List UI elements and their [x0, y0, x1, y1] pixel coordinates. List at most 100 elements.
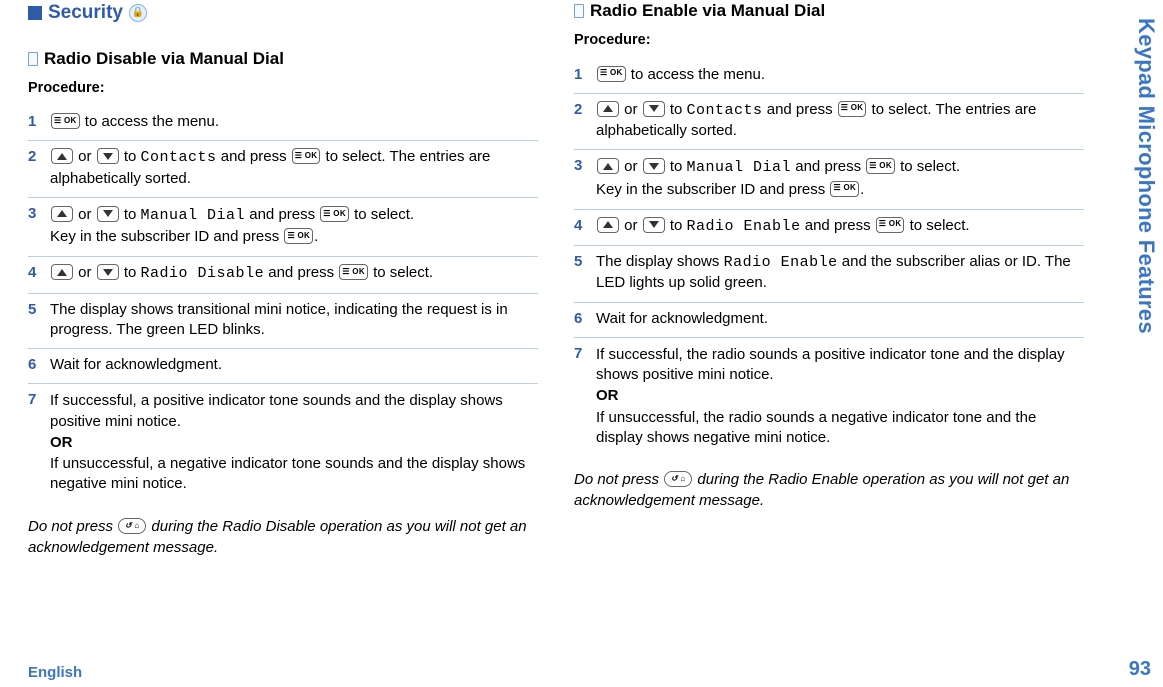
or-label: OR [596, 386, 1084, 406]
step-text: to [120, 148, 141, 165]
menu-item: Manual Dial [141, 207, 246, 224]
step-text: to [120, 206, 141, 223]
step-text: to access the menu. [81, 113, 219, 130]
step-text: to access the menu. [627, 66, 765, 83]
step-1: 1 ☰ OK to access the menu. [574, 59, 1084, 94]
menu-item: Contacts [687, 102, 763, 119]
step-text: If successful, a positive indicator tone… [50, 391, 538, 432]
step-text: to [666, 101, 687, 118]
step-text: . [314, 228, 318, 245]
step-number: 4 [28, 263, 40, 284]
step-number: 2 [574, 100, 586, 142]
step-text: Key in the subscriber ID and press [50, 228, 283, 245]
step-6: 6 Wait for acknowledgment. [28, 349, 538, 384]
step-text: to select. [350, 206, 414, 223]
step-text: or [74, 206, 96, 223]
menu-item: Manual Dial [687, 159, 792, 176]
step-5: 5 The display shows Radio Enable and the… [574, 246, 1084, 303]
step-3: 3 or to Manual Dial and press ☰ OK to se… [574, 150, 1084, 210]
step-text: or [620, 158, 642, 175]
step-body: or to Contacts and press ☰ OK to select.… [596, 100, 1084, 142]
step-number: 3 [28, 204, 40, 249]
step-body: or to Contacts and press ☰ OK to select.… [50, 147, 538, 189]
ok-key-icon: ☰ OK [284, 228, 313, 244]
menu-item: Radio Disable [141, 265, 265, 282]
step-body: The display shows transitional mini noti… [50, 300, 538, 341]
step-text: and press [801, 217, 875, 234]
footnote-text: Do not press [574, 471, 663, 488]
step-2: 2 or to Contacts and press ☰ OK to selec… [28, 141, 538, 198]
section-header: Security 🔒 [28, 0, 538, 26]
step-number: 2 [28, 147, 40, 189]
right-column: Radio Enable via Manual Dial Procedure: … [574, 0, 1084, 640]
up-key-icon [51, 264, 73, 280]
step-body: or to Radio Disable and press ☰ OK to se… [50, 263, 538, 284]
ok-key-icon: ☰ OK [597, 66, 626, 82]
document-icon [574, 4, 584, 18]
step-body: If successful, the radio sounds a positi… [596, 344, 1084, 449]
footnote: Do not press ↺ ⌂ during the Radio Enable… [574, 469, 1084, 511]
back-key-icon: ↺ ⌂ [664, 471, 692, 487]
language-label: English [28, 664, 82, 681]
step-number: 4 [574, 216, 586, 237]
down-key-icon [97, 148, 119, 164]
subsection-title: Radio Disable via Manual Dial [44, 48, 284, 71]
or-label: OR [50, 433, 538, 453]
menu-item: Radio Enable [724, 254, 838, 271]
subsection-header: Radio Disable via Manual Dial [28, 48, 538, 71]
footnote-text: Do not press [28, 518, 117, 535]
step-2: 2 or to Contacts and press ☰ OK to selec… [574, 94, 1084, 151]
step-3: 3 or to Manual Dial and press ☰ OK to se… [28, 198, 538, 258]
step-4: 4 or to Radio Disable and press ☰ OK to … [28, 257, 538, 293]
up-key-icon [597, 158, 619, 174]
footnote: Do not press ↺ ⌂ during the Radio Disabl… [28, 516, 538, 558]
step-number: 6 [28, 355, 40, 375]
step-text: and press [791, 158, 865, 175]
step-text: and press [245, 206, 319, 223]
step-5: 5 The display shows transitional mini no… [28, 294, 538, 350]
step-body: Wait for acknowledgment. [596, 309, 1084, 329]
up-key-icon [51, 206, 73, 222]
step-number: 1 [574, 65, 586, 85]
step-text: Wait for acknowledgment. [50, 356, 222, 373]
down-key-icon [643, 217, 665, 233]
ok-key-icon: ☰ OK [339, 264, 368, 280]
step-7: 7 If successful, the radio sounds a posi… [574, 338, 1084, 457]
down-key-icon [97, 206, 119, 222]
procedure-label: Procedure: [28, 79, 538, 99]
step-text: or [74, 264, 96, 281]
step-number: 7 [574, 344, 586, 449]
side-tab-label: Keypad Microphone Features [1133, 18, 1159, 334]
lock-icon: 🔒 [129, 4, 147, 22]
section-title: Security [48, 0, 123, 26]
step-text: to select. [369, 264, 433, 281]
step-7: 7 If successful, a positive indicator to… [28, 384, 538, 503]
step-text: or [620, 101, 642, 118]
step-1: 1 ☰ OK to access the menu. [28, 106, 538, 141]
step-number: 5 [28, 300, 40, 341]
step-text: . [860, 181, 864, 198]
left-column: Security 🔒 Radio Disable via Manual Dial… [28, 0, 538, 640]
step-body: The display shows Radio Enable and the s… [596, 252, 1084, 294]
up-key-icon [51, 148, 73, 164]
subsection-title: Radio Enable via Manual Dial [590, 0, 825, 23]
step-text: The display shows [596, 253, 724, 270]
subsection-header: Radio Enable via Manual Dial [574, 0, 1084, 23]
step-body: ☰ OK to access the menu. [50, 112, 538, 132]
page: Security 🔒 Radio Disable via Manual Dial… [0, 0, 1100, 640]
step-text: and press [264, 264, 338, 281]
step-text: If successful, the radio sounds a positi… [596, 345, 1084, 386]
ok-key-icon: ☰ OK [830, 181, 859, 197]
step-text: to select. [905, 217, 969, 234]
step-text: and press [217, 148, 291, 165]
step-body: or to Manual Dial and press ☰ OK to sele… [596, 156, 1084, 201]
ok-key-icon: ☰ OK [876, 217, 905, 233]
page-number: 93 [1129, 658, 1151, 681]
step-text: or [74, 148, 96, 165]
ok-key-icon: ☰ OK [51, 113, 80, 129]
step-text: to [666, 217, 687, 234]
step-number: 5 [574, 252, 586, 294]
step-text: to select. [896, 158, 960, 175]
step-text: to [666, 158, 687, 175]
step-text: If unsuccessful, the radio sounds a nega… [596, 408, 1084, 449]
